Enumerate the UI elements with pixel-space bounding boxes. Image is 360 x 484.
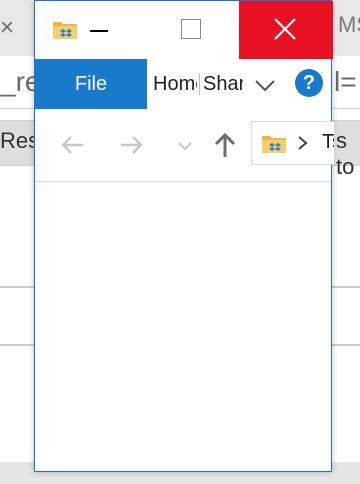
minimize-button[interactable] — [87, 19, 111, 43]
background-button-right[interactable]: s to — [336, 128, 360, 180]
background-tab-label[interactable]: MS — [338, 12, 360, 38]
close-icon — [274, 18, 296, 40]
address-bar[interactable]: Ts to — [251, 121, 335, 165]
close-button[interactable] — [239, 1, 333, 59]
back-arrow-icon[interactable] — [57, 129, 89, 161]
ribbon-tab-bar: File Home Share ? — [35, 59, 331, 110]
background-address-text-right: l= — [334, 66, 357, 97]
up-arrow-icon[interactable] — [209, 129, 241, 161]
maximize-button[interactable] — [181, 19, 201, 39]
recent-locations-chevron-icon[interactable] — [169, 129, 201, 161]
title-bar[interactable] — [35, 1, 333, 59]
background-tab-close-icon[interactable]: × — [0, 14, 14, 42]
explorer-window: File Home Share ? — [34, 0, 335, 472]
folder-dropbox-icon — [262, 136, 286, 153]
address-path-text: Ts to — [322, 131, 334, 153]
folder-dropbox-icon — [53, 22, 77, 39]
tab-share[interactable]: Share — [203, 59, 243, 109]
expand-ribbon-chevron-icon[interactable] — [253, 73, 277, 97]
tab-home[interactable]: Home — [153, 59, 197, 109]
navigation-bar: Ts to — [35, 109, 335, 182]
tab-separator — [199, 73, 200, 95]
help-button[interactable]: ? — [295, 69, 323, 97]
tab-file[interactable]: File — [35, 59, 147, 109]
file-list-pane[interactable] — [35, 182, 331, 471]
forward-arrow-icon[interactable] — [115, 129, 147, 161]
breadcrumb-chevron-icon[interactable] — [296, 134, 310, 152]
